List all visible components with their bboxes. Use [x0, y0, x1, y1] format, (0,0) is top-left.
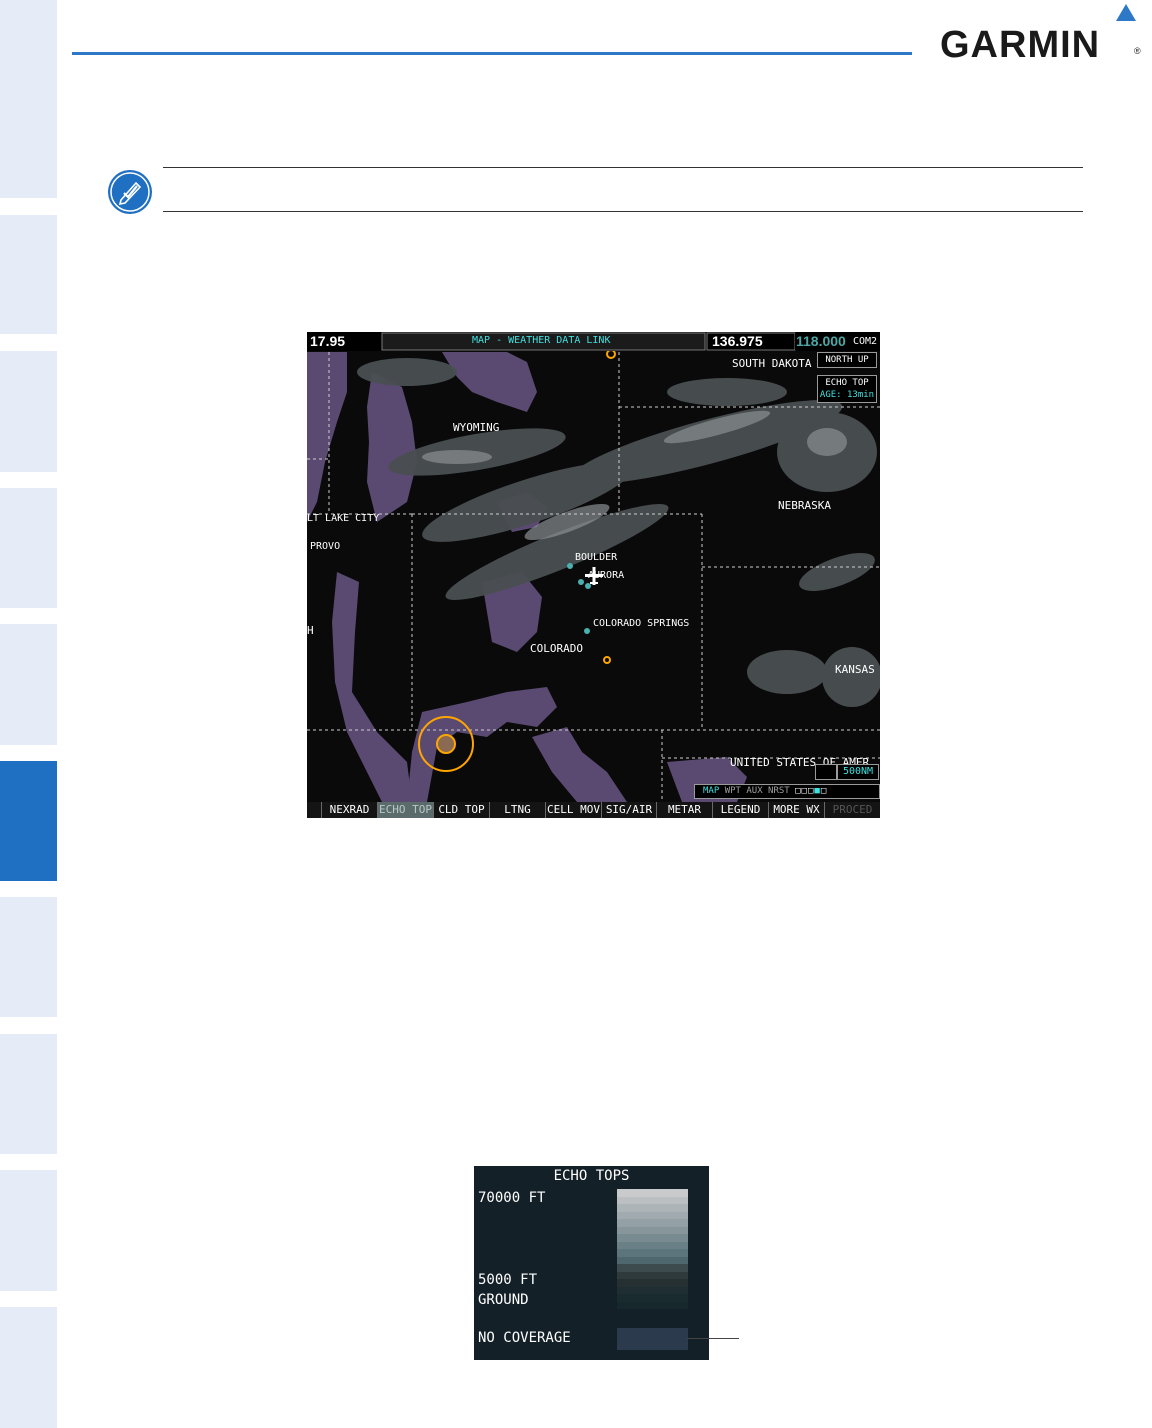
softkey-proced[interactable]: PROCED [824, 802, 880, 818]
legend-scale-step [617, 1279, 688, 1287]
garmin-logo: GARMIN ® [940, 4, 1141, 66]
map-label-boulder: BOULDER [575, 552, 618, 563]
callout-line [687, 1338, 739, 1339]
legend-scale-step [617, 1196, 688, 1204]
page-group-dots-icon: □□□■□ [795, 786, 828, 796]
logo-registered-mark: ® [1134, 46, 1141, 56]
legend-scale-step [617, 1211, 688, 1219]
product-label: ECHO TOP [825, 378, 869, 388]
legend-scale-step [617, 1294, 688, 1302]
page-group-others: WPT AUX NRST [724, 786, 790, 796]
page-group-indicator: MAP WPT AUX NRST □□□■□ [694, 784, 880, 799]
logo-wordmark: GARMIN [940, 24, 1101, 66]
map-label-colorado: COLORADO [530, 642, 583, 655]
legend-scale-step [617, 1241, 688, 1249]
section-tab[interactable] [0, 0, 57, 198]
softkey-ltng[interactable]: LTNG [489, 802, 545, 818]
softkey-more-wx[interactable]: MORE WX [768, 802, 824, 818]
section-tab[interactable] [0, 1170, 57, 1291]
softkey-cld-top[interactable]: CLD TOP [433, 802, 489, 818]
logo-triangle-icon [1116, 4, 1136, 21]
header-rule [72, 52, 912, 55]
legend-scale-step [617, 1256, 688, 1264]
legend-scale-step [617, 1189, 688, 1197]
map-label-aurora: AURORA [588, 570, 625, 581]
section-tab[interactable] [0, 488, 57, 608]
note-icon [108, 170, 152, 214]
com-label: COM2 [853, 336, 878, 347]
map-label-colorado-springs: COLORADO SPRINGS [593, 618, 690, 629]
section-tab[interactable] [0, 1307, 57, 1428]
com-active-frequency: 136.975 [712, 333, 763, 349]
legend-title: ECHO TOPS [553, 1168, 630, 1184]
map-range: 500NM [837, 764, 879, 780]
no-coverage-swatch [617, 1328, 688, 1350]
section-tabs [0, 0, 57, 1428]
legend-scale-step [617, 1264, 688, 1272]
legend-ground-label: GROUND [478, 1292, 529, 1308]
softkey-echo-top[interactable]: ECHO TOP [377, 802, 433, 818]
section-tab[interactable] [0, 624, 57, 745]
softkey-blank[interactable] [307, 802, 321, 818]
legend-top-label: 70000 FT [478, 1190, 546, 1206]
legend-scale-step [617, 1204, 688, 1212]
orientation-label: NORTH UP [825, 355, 869, 365]
note-rule-bottom [163, 211, 1083, 212]
softkey-bar: NEXRAD ECHO TOP CLD TOP LTNG CELL MOV SI… [307, 802, 880, 818]
product-age: AGE: 13min [819, 390, 875, 400]
section-tab[interactable] [0, 897, 57, 1017]
legend-scale-step [617, 1234, 688, 1242]
legend-mid-label: 5000 FT [478, 1272, 538, 1288]
map-label-wyoming: WYOMING [453, 421, 500, 434]
softkey-sig-air[interactable]: SIG/AIR [601, 802, 656, 818]
legend-scale-step [617, 1271, 688, 1279]
legend-no-coverage-label: NO COVERAGE [478, 1330, 571, 1346]
map-label-kansas: KANSAS [835, 663, 875, 676]
softkey-metar[interactable]: METAR [656, 802, 712, 818]
map-label-salt-lake-city: LT LAKE CITY [307, 513, 380, 524]
legend-scale-step [617, 1301, 688, 1309]
legend-scale-step [617, 1249, 688, 1257]
section-tab[interactable] [0, 1034, 57, 1154]
section-tab[interactable] [0, 351, 57, 472]
softkey-cell-mov[interactable]: CELL MOV [545, 802, 601, 818]
legend-color-scale [617, 1189, 688, 1309]
map-label-nebraska: NEBRASKA [778, 499, 831, 512]
echo-tops-legend: ECHO TOPS 70000 FT 5000 FT GROUND NO COV… [474, 1166, 709, 1360]
mfd-weather-map: 17.95 MAP - WEATHER DATA LINK 136.975 11… [307, 332, 880, 818]
section-tab-active[interactable] [0, 761, 57, 881]
softkey-legend[interactable]: LEGEND [712, 802, 768, 818]
product-info-box: ECHO TOP AGE: 13min [817, 375, 877, 403]
page-title: MAP - WEATHER DATA LINK [472, 335, 611, 346]
section-tab[interactable] [0, 215, 57, 334]
note-rule-top [163, 167, 1083, 168]
legend-scale-step [617, 1286, 688, 1294]
orientation-indicator: NORTH UP [817, 352, 877, 368]
softkey-nexrad[interactable]: NEXRAD [321, 802, 377, 818]
map-label-south-dakota: SOUTH DAKOTA [732, 357, 812, 370]
map-label-provo: PROVO [310, 541, 341, 552]
map-label-edge-h: H [307, 624, 314, 637]
page-group-current: MAP [703, 786, 720, 796]
legend-scale-step [617, 1226, 688, 1234]
range-cloud-icon [815, 764, 837, 780]
com-standby-frequency: 118.000 [796, 333, 846, 349]
nav-frequency: 17.95 [310, 333, 346, 349]
legend-scale-step [617, 1219, 688, 1227]
